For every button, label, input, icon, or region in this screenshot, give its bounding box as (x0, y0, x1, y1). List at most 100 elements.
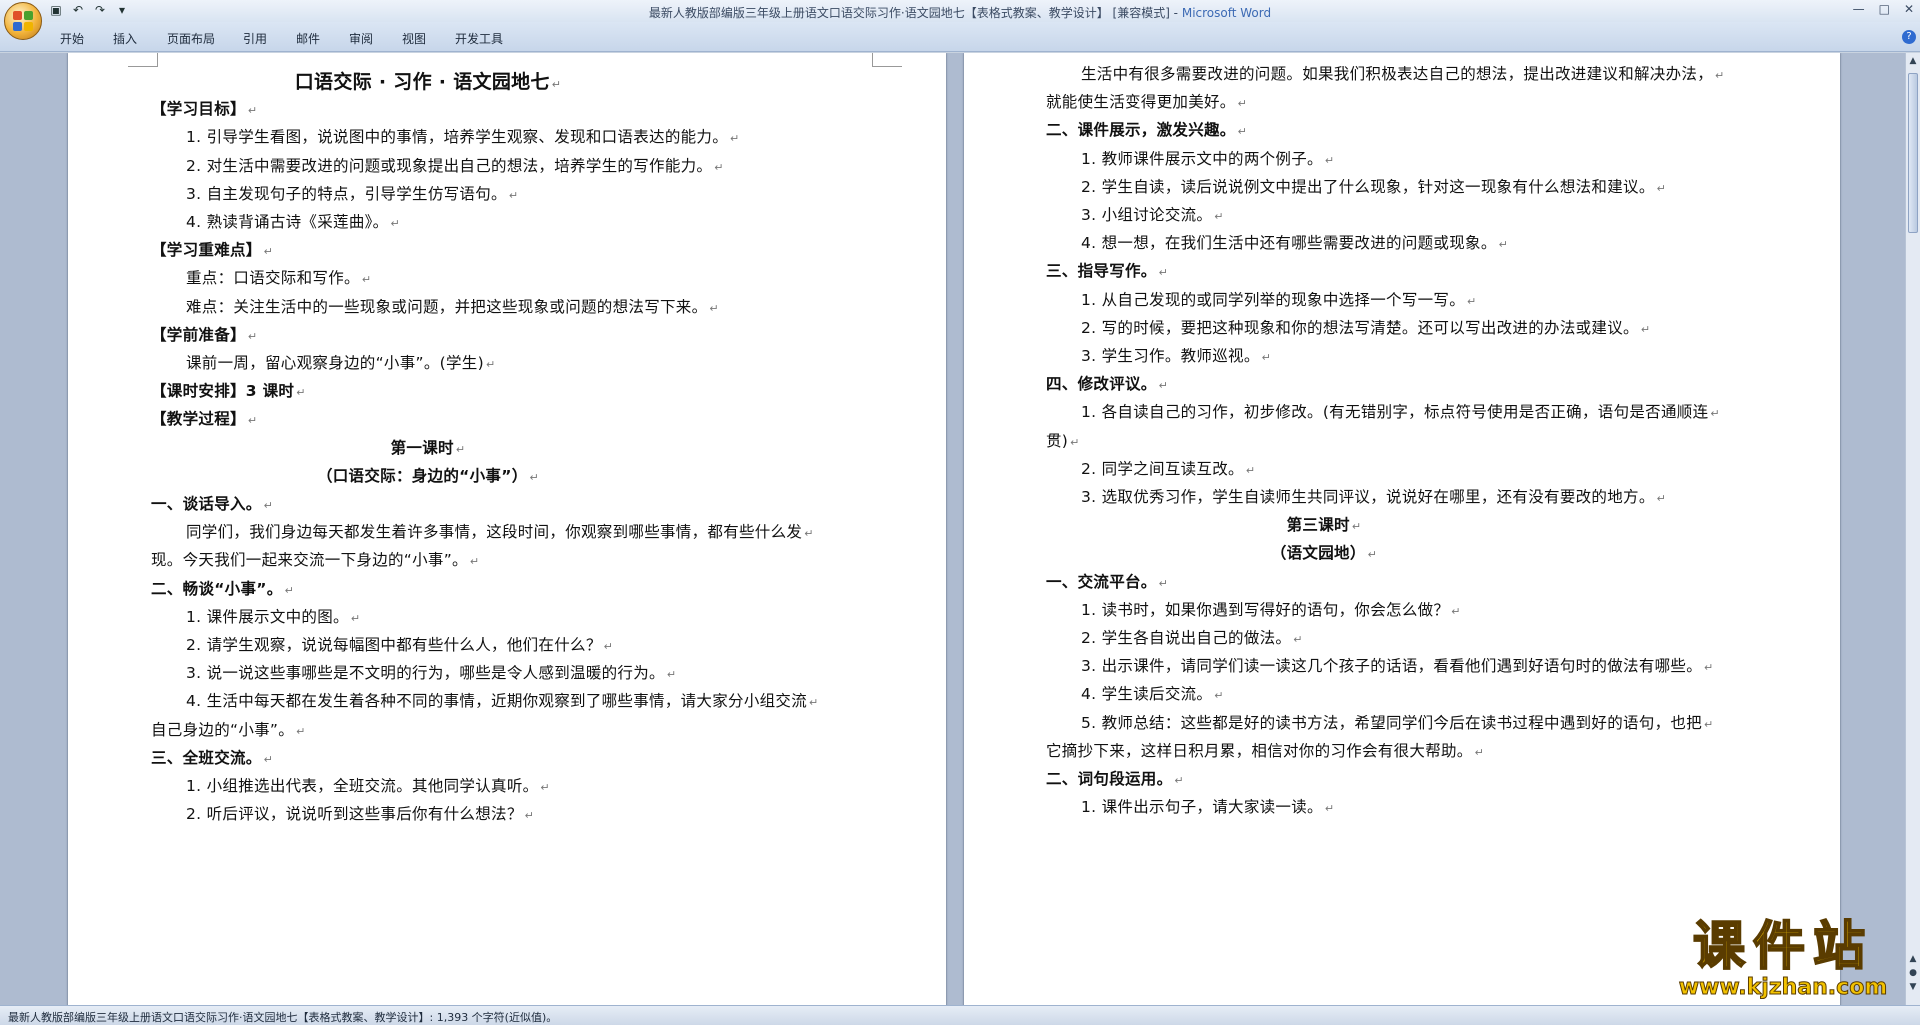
office-button[interactable] (4, 2, 42, 40)
paragraph-mark-icon: ↵ (1324, 802, 1335, 816)
watermark-url: www.kjzhan.com (1678, 975, 1888, 1000)
section-heading: 【学习目标】 ↵ (151, 97, 257, 119)
section-heading: 【课时安排】3 课时 ↵ (151, 379, 306, 401)
scroll-thumb[interactable] (1908, 73, 1918, 233)
paragraph-mark-icon: ↵ (284, 583, 295, 597)
paragraph-mark-icon: ↵ (1174, 774, 1184, 787)
paragraph-line: 1. 小组推选出代表，全班交流。其他同学认真听。 ↵ (186, 774, 550, 796)
paragraph-line: 1. 课件出示句子，请大家读一读。 ↵ (1081, 795, 1334, 817)
section-heading: 【教学过程】 ↵ (151, 407, 257, 429)
line-text: 1. 各自读自己的习作，初步修改。(有无错别字，标点符号使用是否正确，语句是否通… (1081, 403, 1709, 422)
section-heading: 三、指导写作。 ↵ (1046, 259, 1168, 281)
window-title-text: 最新人教版部编版三年级上册语文口语交际习作·语文园地七【表格式教案、教学设计】 … (648, 6, 1182, 20)
line-text: 1. 从自己发现的或同学列举的现象中选择一个写一写。 (1081, 290, 1466, 309)
tab-review[interactable]: 审阅 (349, 30, 373, 47)
line-text: 2. 听后评议，说说听到这些事后你有什么想法？ (186, 805, 523, 824)
paragraph-line: 4. 想一想，在我们生活中还有哪些需要改进的问题或现象。 ↵ (1081, 231, 1508, 253)
paragraph-mark-icon: ↵ (1158, 266, 1169, 280)
undo-icon[interactable]: ↶ (70, 3, 86, 17)
quick-access-toolbar: ▣ ↶ ↷ ▾ (48, 3, 130, 17)
help-icon[interactable]: ? (1902, 30, 1916, 44)
section-heading: 一、谈话导入。 ↵ (151, 492, 273, 514)
line-text: 2. 请学生观察，说说每幅图中都有些什么人，他们在什么？ (186, 636, 602, 654)
maximize-icon[interactable]: □ (1879, 2, 1890, 16)
crop-mark (128, 53, 158, 67)
tab-home[interactable]: 开始 (60, 30, 84, 47)
paragraph-line: 重点：口语交际和写作。 ↵ (186, 266, 371, 288)
paragraph-mark-icon: ↵ (1324, 153, 1335, 167)
paragraph-line: 它摘抄下来，这样日积月累，相信对你的习作会有很大帮助。 ↵ (1046, 739, 1484, 761)
line-text: 3. 出示课件，请同学们读一读这几个孩子的话语，看看他们遇到好语句时的做法有哪些… (1081, 657, 1703, 676)
paragraph-line: 2. 听后评议，说说听到这些事后你有什么想法？ ↵ (186, 802, 534, 824)
paragraph-mark-icon: ↵ (1367, 548, 1378, 562)
window-title: 最新人教版部编版三年级上册语文口语交际习作·语文园地七【表格式教案、教学设计】 … (0, 4, 1920, 21)
scroll-up-icon[interactable]: ▲ (1907, 55, 1919, 67)
line-text: 2. 学生各自说出自己的做法。 (1081, 629, 1292, 647)
crop-mark (872, 53, 902, 67)
paragraph-mark-icon: ↵ (1451, 604, 1461, 618)
status-text: 最新人教版部编版三年级上册语文口语交际习作·语文园地七【表格式教案、教学设计】:… (8, 1011, 558, 1024)
page-right[interactable]: 生活中有很多需要改进的问题。如果我们积极表达自己的想法，提出改进建议和解决办法，… (964, 53, 1840, 1005)
line-text: 2. 写的时候，要把这种现象和你的想法写清楚。还可以写出改进的办法或建议。 (1081, 318, 1639, 337)
paragraph-mark-icon: ↵ (350, 611, 361, 625)
section-heading: 三、全班交流。 ↵ (151, 746, 273, 768)
paragraph-line: 1. 教师课件展示文中的两个例子。 ↵ (1081, 147, 1334, 169)
paragraph-mark-icon: ↵ (529, 470, 540, 484)
paragraph-line: 4. 学生读后交流。 ↵ (1081, 682, 1224, 704)
paragraph-mark-icon: ↵ (390, 217, 400, 230)
paragraph-mark-icon: ↵ (263, 245, 274, 259)
paragraph-mark-icon: ↵ (1245, 463, 1256, 477)
paragraph-mark-icon: ↵ (709, 301, 719, 315)
select-browse-object-icon[interactable]: ● (1907, 967, 1919, 979)
close-icon[interactable]: ✕ (1904, 2, 1914, 16)
tab-insert[interactable]: 插入 (113, 30, 137, 47)
line-text: 【教学过程】 (151, 410, 246, 429)
line-text: 【学习重难点】 (151, 241, 262, 260)
page-left[interactable]: 口语交际 · 习作 · 语文园地七 ↵ 【学习目标】 ↵ 1. 引导学生看图，说说图中的… (68, 53, 946, 1005)
minimize-icon[interactable]: — (1853, 2, 1865, 16)
line-text: 第三课时 (1286, 516, 1350, 535)
tab-mailings[interactable]: 邮件 (296, 30, 320, 47)
paragraph-mark-icon: ↵ (1467, 294, 1477, 308)
next-page-icon[interactable]: ▼ (1907, 981, 1919, 993)
paragraph-line: 3. 小组讨论交流。 ↵ (1081, 203, 1224, 225)
window-controls: — □ ✕ (1853, 2, 1914, 16)
paragraph-line: 2. 学生各自说出自己的做法。 ↵ (1081, 626, 1303, 648)
customize-qat-icon[interactable]: ▾ (114, 3, 130, 17)
redo-icon[interactable]: ↷ (92, 3, 108, 17)
paragraph-line: 1. 引导学生看图，说说图中的事情，培养学生观察、发现和口语表达的能力。 ↵ (186, 125, 740, 147)
paragraph-mark-icon: ↵ (263, 499, 274, 512)
paragraph-line: 2. 学生自读，读后说说例文中提出了什么现象，针对这一现象有什么想法和建议。 ↵ (1081, 175, 1666, 197)
paragraph-mark-icon: ↵ (1710, 407, 1720, 421)
section-heading-centered: （语文园地） ↵ (964, 541, 1684, 563)
save-icon[interactable]: ▣ (48, 3, 64, 17)
paragraph-line: 2. 同学之间互读互改。 ↵ (1081, 457, 1255, 479)
line-text: 1. 小组推选出代表，全班交流。其他同学认真听。 (186, 777, 539, 795)
line-text: 4. 熟读背诵古诗《采莲曲》。 (186, 213, 389, 231)
paragraph-mark-icon: ↵ (263, 752, 274, 766)
section-heading: 二、畅谈“小事”。 ↵ (151, 577, 294, 599)
tab-references[interactable]: 引用 (243, 30, 267, 47)
section-heading: 二、课件展示，激发兴趣。 ↵ (1046, 118, 1247, 140)
line-text: （语文园地） (1270, 544, 1366, 563)
tab-view[interactable]: 视图 (402, 30, 426, 47)
paragraph-mark-icon: ↵ (551, 78, 562, 91)
line-text: 就能使生活变得更加美好。 (1046, 93, 1236, 112)
section-heading-centered: （口语交际：身边的“小事”） ↵ (68, 464, 788, 486)
paragraph-mark-icon: ↵ (247, 329, 258, 343)
paragraph-mark-icon: ↵ (247, 414, 258, 428)
paragraph-mark-icon: ↵ (1158, 379, 1169, 393)
section-heading: 【学前准备】 ↵ (151, 323, 257, 345)
previous-page-icon[interactable]: ▲ (1907, 953, 1919, 965)
paragraph-line: 3. 自主发现句子的特点，引导学生仿写语句。 ↵ (186, 182, 518, 204)
paragraph-mark-icon: ↵ (455, 442, 466, 456)
paragraph-mark-icon: ↵ (1214, 689, 1224, 703)
line-text: 【课时安排】3 课时 (151, 382, 295, 401)
paragraph-mark-icon: ↵ (469, 555, 480, 569)
tab-page-layout[interactable]: 页面布局 (167, 30, 215, 47)
paragraph-mark-icon: ↵ (603, 640, 614, 653)
vertical-scrollbar[interactable]: ▲ ▲ ● ▼ (1905, 53, 1920, 1005)
tab-developer[interactable]: 开发工具 (455, 30, 503, 47)
paragraph-line: 贯) ↵ (1046, 429, 1080, 451)
paragraph-mark-icon: ↵ (1237, 125, 1248, 139)
